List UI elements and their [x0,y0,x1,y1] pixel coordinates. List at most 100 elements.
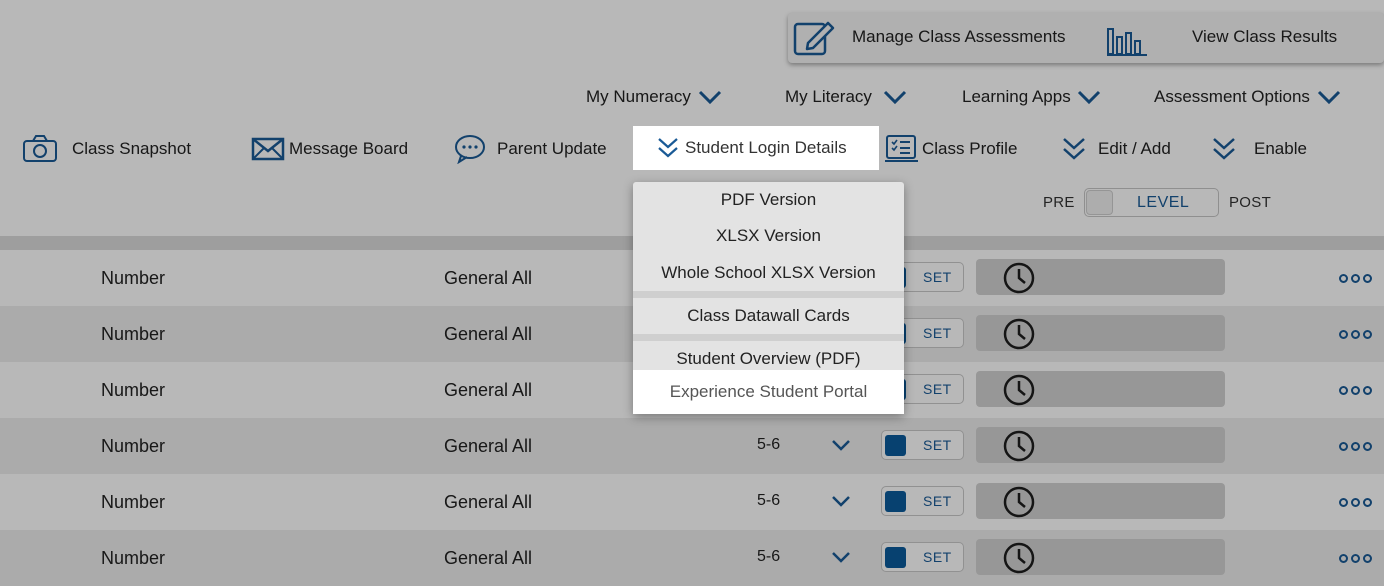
strand-cell: Number [101,268,166,288]
more-options-icon[interactable] [1339,442,1372,451]
double-chevron-down-icon [1062,136,1086,162]
set-label: SET [923,437,952,453]
table-row: Number General All 5-6 SET [0,530,1384,586]
view-class-results-button[interactable]: View Class Results [1192,27,1337,47]
camera-icon [22,134,62,164]
parent-update-button[interactable]: Parent Update [453,131,607,167]
more-options-icon[interactable] [1339,554,1372,563]
chevron-down-icon [1077,90,1100,105]
clipboard-list-icon [884,134,920,164]
group-cell: General All [444,436,533,456]
dropdown-item-student-overview[interactable]: Student Overview (PDF) [633,349,904,369]
dropdown-separator [633,291,904,298]
chevron-down-icon[interactable] [831,494,851,513]
timer-bar[interactable] [976,539,1225,575]
message-board-button[interactable]: Message Board [251,131,408,167]
more-options-icon[interactable] [1339,330,1372,339]
chat-bubble-icon [453,134,487,164]
group-cell: General All [444,548,533,568]
chevron-down-icon [883,90,906,105]
parent-update-label: Parent Update [497,139,607,158]
edit-add-label: Edit / Add [1098,139,1171,158]
chevron-down-icon [1317,90,1340,105]
manage-class-assessments-button[interactable]: Manage Class Assessments [852,27,1066,47]
class-profile-label: Class Profile [922,139,1018,158]
class-snapshot-label: Class Snapshot [72,139,192,158]
set-toggle[interactable]: SET [881,486,964,516]
timer-bar[interactable] [976,371,1225,407]
clock-icon [1003,262,1035,294]
group-cell: General All [444,324,533,344]
set-label: SET [923,549,952,565]
menu-label: My Literacy [785,87,872,106]
enable-label: Enable [1254,139,1307,158]
dropdown-item-experience-student-portal[interactable]: Experience Student Portal [633,370,904,414]
set-label: SET [923,325,952,341]
table-row: Number General All 5-6 SET [0,418,1384,474]
bar-chart-icon[interactable] [1106,25,1148,62]
group-cell: General All [444,380,533,400]
dropdown-item-pdf[interactable]: PDF Version [633,190,904,210]
menu-my-numeracy[interactable]: My Numeracy [586,85,723,109]
class-snapshot-button[interactable]: Class Snapshot [22,131,191,167]
menu-assessment-options[interactable]: Assessment Options [1154,85,1342,109]
level-cell: 5-6 [757,492,781,509]
edit-add-button[interactable]: Edit / Add [1062,131,1171,167]
class-profile-button[interactable]: Class Profile [884,131,1017,167]
double-chevron-down-icon [658,138,678,158]
edit-note-icon[interactable] [792,17,836,64]
student-login-details-label: Student Login Details [685,138,847,157]
dropdown-item-datawall-cards[interactable]: Class Datawall Cards [633,306,904,326]
set-toggle[interactable]: SET [881,542,964,572]
set-label: SET [923,269,952,285]
post-label: POST [1229,194,1272,211]
more-options-icon[interactable] [1339,274,1372,283]
student-login-details-button[interactable]: Student Login Details [633,126,879,170]
strand-cell: Number [101,380,166,400]
dropdown-item-xlsx[interactable]: XLSX Version [633,226,904,246]
chevron-down-icon[interactable] [831,438,851,457]
toggle-knob [885,491,906,512]
clock-icon [1003,318,1035,350]
clock-icon [1003,542,1035,574]
strand-cell: Number [101,492,166,512]
menu-label: My Numeracy [586,87,691,106]
enable-button[interactable]: Enable [1212,131,1307,167]
menu-label: Assessment Options [1154,87,1310,106]
timer-bar[interactable] [976,483,1225,519]
envelope-icon [251,136,285,162]
timer-bar[interactable] [976,315,1225,351]
menu-my-literacy[interactable]: My Literacy [785,85,912,109]
level-cell: 5-6 [757,548,781,565]
strand-cell: Number [101,436,166,456]
toggle-knob [1086,190,1113,215]
dropdown-item-whole-school-xlsx[interactable]: Whole School XLSX Version [633,263,904,283]
strand-cell: Number [101,324,166,344]
set-label: SET [923,381,952,397]
top-action-card: Manage Class Assessments View Class Resu… [788,13,1384,63]
set-toggle[interactable]: SET [881,430,964,460]
group-cell: General All [444,492,533,512]
level-toggle[interactable]: LEVEL [1084,188,1219,217]
clock-icon [1003,486,1035,518]
more-options-icon[interactable] [1339,498,1372,507]
more-options-icon[interactable] [1339,386,1372,395]
chevron-down-icon[interactable] [831,550,851,569]
level-cell: 5-6 [757,436,781,453]
timer-bar[interactable] [976,259,1225,295]
pre-label: PRE [1043,194,1075,211]
menu-learning-apps[interactable]: Learning Apps [962,85,1101,109]
double-chevron-down-icon [1212,136,1236,162]
toggle-knob [885,435,906,456]
timer-bar[interactable] [976,427,1225,463]
table-row: Number General All 5-6 SET [0,474,1384,530]
page: Manage Class Assessments View Class Resu… [0,0,1384,586]
set-label: SET [923,493,952,509]
clock-icon [1003,430,1035,462]
message-board-label: Message Board [289,139,409,158]
chevron-down-icon [698,90,721,105]
dropdown-separator [633,334,904,341]
toggle-knob [885,547,906,568]
level-label: LEVEL [1137,194,1190,211]
clock-icon [1003,374,1035,406]
